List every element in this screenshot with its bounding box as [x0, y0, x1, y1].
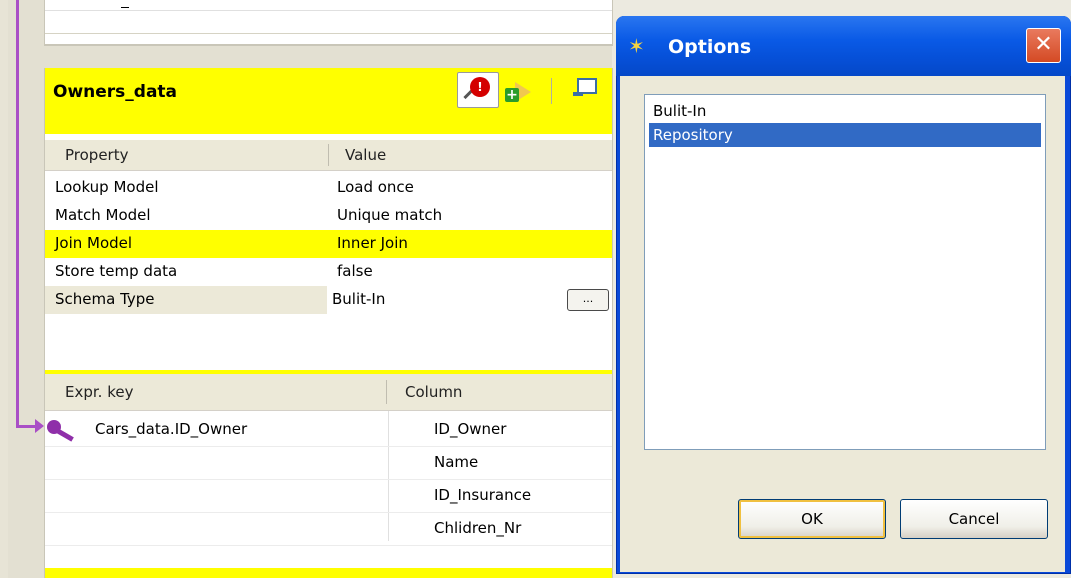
table-row[interactable]: ID_Insurance	[45, 480, 612, 513]
property-value[interactable]: Load once	[337, 178, 414, 196]
lookup-panel-header: Owners_data ! +	[45, 68, 612, 134]
list-item[interactable]: Bulit-In	[649, 99, 1041, 123]
join-link-line	[16, 0, 19, 428]
property-value[interactable]: Unique match	[337, 206, 442, 224]
upper-table-cell-fragment	[121, 7, 129, 8]
options-list[interactable]: Bulit-In Repository	[644, 94, 1046, 450]
property-row-lookup-model[interactable]: Lookup Model Load once	[45, 174, 612, 202]
property-row-schema-type[interactable]: Schema Type Bulit-In	[45, 286, 612, 314]
cancel-button[interactable]: Cancel	[900, 499, 1048, 539]
property-row-match-model[interactable]: Match Model Unique match	[45, 202, 612, 230]
column-cell[interactable]: Name	[434, 453, 478, 471]
column-cell[interactable]: Chlidren_Nr	[434, 519, 521, 537]
next-panel-header-bar	[45, 568, 612, 578]
dialog-title: Options	[668, 36, 752, 58]
property-name: Schema Type	[55, 290, 155, 308]
key-table-header: Expr. key Column	[45, 374, 612, 411]
value-column-header: Value	[345, 146, 387, 164]
join-link-arrow-icon	[35, 419, 44, 433]
column-separator[interactable]	[386, 380, 387, 404]
property-name: Store temp data	[55, 262, 178, 280]
close-button[interactable]: ✕	[1026, 28, 1061, 63]
column-cell[interactable]: ID_Insurance	[434, 486, 531, 504]
settings-zoom-icon[interactable]: !	[457, 72, 499, 108]
options-dialog: ✶ Options ✕ Bulit-In Repository OK Cance…	[616, 16, 1071, 576]
column-cell[interactable]: ID_Owner	[434, 420, 506, 438]
property-row-join-model[interactable]: Join Model Inner Join	[45, 230, 612, 258]
list-item-selected[interactable]: Repository	[649, 123, 1041, 147]
column-separator[interactable]	[328, 144, 329, 166]
property-name: Match Model	[55, 206, 151, 224]
table-row[interactable]: Name	[45, 447, 612, 480]
column-column-header: Column	[405, 383, 463, 401]
panel-title: Owners_data	[53, 82, 178, 102]
property-value[interactable]: false	[337, 262, 373, 280]
minimize-panel-icon[interactable]	[573, 78, 597, 98]
property-row-store-temp-data[interactable]: Store temp data false	[45, 258, 612, 286]
dialog-body: Bulit-In Repository OK Cancel	[620, 76, 1065, 572]
add-input-icon[interactable]: +	[503, 78, 537, 104]
table-row[interactable]: Chlidren_Nr	[45, 513, 612, 546]
toolbar-separator	[551, 78, 552, 104]
wand-star-icon: ✶	[628, 34, 645, 58]
ok-button[interactable]: OK	[738, 499, 886, 539]
key-icon	[47, 420, 77, 442]
warning-badge: !	[470, 77, 490, 97]
dialog-title-bar[interactable]: ✶ Options ✕	[616, 16, 1071, 76]
expr-key-column-header: Expr. key	[65, 383, 134, 401]
lookup-table-panel: Owners_data ! + Property Value Lookup Mo…	[44, 68, 613, 578]
left-strip	[0, 0, 8, 578]
property-value[interactable]: Bulit-In	[332, 290, 385, 308]
property-name: Join Model	[55, 234, 133, 252]
property-name: Lookup Model	[55, 178, 159, 196]
property-column-header: Property	[65, 146, 129, 164]
expr-key-cell[interactable]: Cars_data.ID_Owner	[95, 420, 247, 438]
schema-browse-button[interactable]: ...	[567, 289, 609, 311]
table-row[interactable]: Cars_data.ID_Owner ID_Owner	[45, 414, 612, 447]
property-value[interactable]: Inner Join	[337, 234, 408, 252]
upper-table-panel	[44, 0, 613, 46]
